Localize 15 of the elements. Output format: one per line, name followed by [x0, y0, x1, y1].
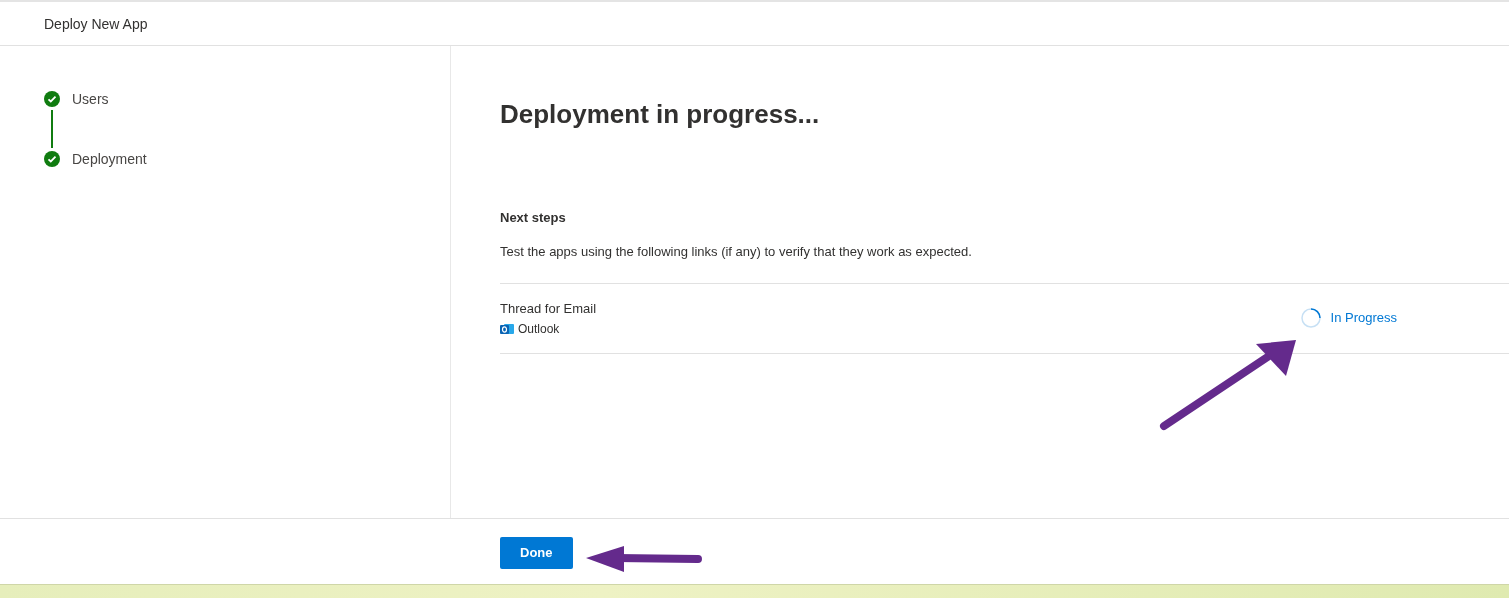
app-name: Thread for Email — [500, 301, 597, 316]
step-label: Users — [72, 91, 109, 107]
done-button[interactable]: Done — [500, 536, 573, 569]
host-app-name: Outlook — [518, 322, 560, 336]
page-heading: Deployment in progress... — [500, 100, 820, 128]
check-circle-icon — [44, 151, 60, 167]
step-connector — [51, 110, 53, 148]
page-title: Deploy New App — [44, 15, 148, 32]
section-title: Next steps — [500, 210, 567, 225]
spinner-icon — [1300, 307, 1321, 328]
check-circle-icon — [44, 91, 60, 107]
outlook-icon — [500, 322, 514, 336]
step-label: Deployment — [72, 151, 147, 167]
description: Test the apps using the following links (if any) to verify that they work as expected. — [500, 244, 973, 259]
status-text: In Progress — [1330, 310, 1397, 325]
